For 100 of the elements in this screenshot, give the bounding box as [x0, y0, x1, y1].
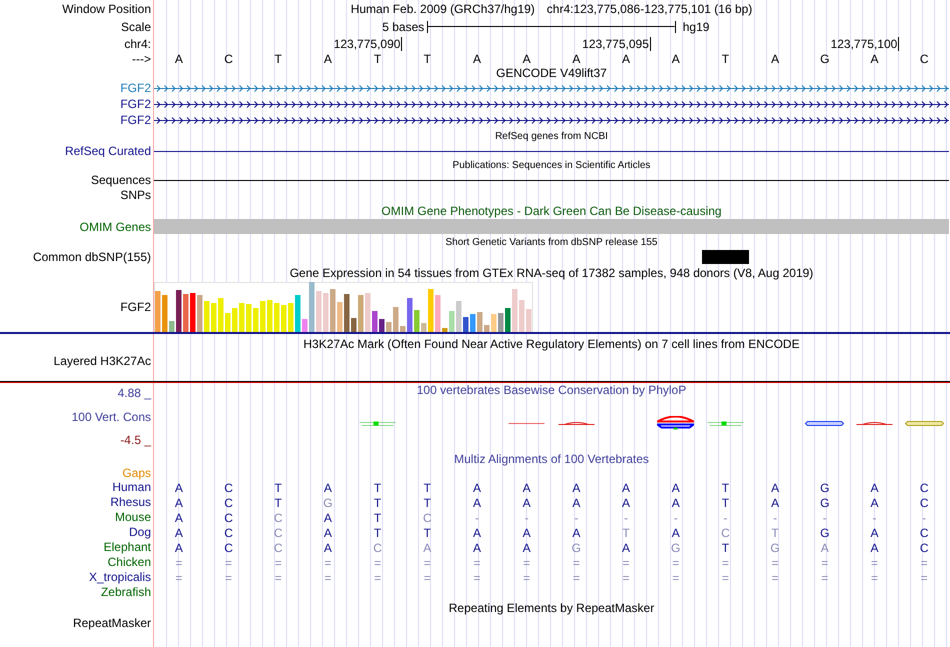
track-label[interactable]: FGF2: [120, 300, 151, 314]
aligned-base: C: [918, 526, 930, 540]
aligned-base: =: [820, 556, 830, 570]
conservation-glyph-icon: [706, 420, 744, 426]
track-label[interactable]: SNPs: [120, 188, 151, 202]
base-letter: A: [174, 52, 184, 66]
track-label[interactable]: FGF2: [120, 97, 151, 111]
aligned-base: A: [322, 510, 333, 524]
aligned-base: =: [422, 570, 432, 584]
track-title: Repeating Elements by RepeatMasker: [448, 600, 656, 614]
track-title: H3K27Ac Mark (Often Found Near Active Regulatory Elements) on 7 cell lines from ENCODE: [302, 337, 801, 351]
aligned-base: C: [272, 510, 284, 524]
track-label[interactable]: X_tropicalis: [88, 570, 151, 585]
aligned-base: =: [323, 556, 332, 570]
transcript-drawing[interactable]: [154, 100, 949, 108]
aligned-base: C: [272, 526, 284, 540]
track-label[interactable]: Human: [112, 480, 151, 495]
aligned-base: =: [622, 570, 631, 584]
track-label[interactable]: FGF2: [120, 113, 151, 127]
assembly-label: hg19: [682, 20, 710, 34]
aligned-base: A: [621, 496, 632, 510]
aligned-base: G: [819, 480, 830, 494]
track-title: Gene Expression in 54 tissues from GTEx RNA-seq of 17382 samples, 948 donors (V8, Aug 2019): [288, 266, 814, 280]
aligned-base: T: [720, 496, 730, 510]
aligned-base: =: [720, 570, 730, 584]
conservation-glyph-icon: [805, 420, 844, 426]
track-label[interactable]: Dog: [128, 525, 151, 540]
aligned-base: =: [622, 556, 631, 570]
aligned-base: A: [522, 496, 532, 510]
aligned-base: A: [571, 526, 582, 540]
base-letter: A: [472, 52, 482, 66]
aligned-base: T: [372, 526, 382, 540]
track-label[interactable]: Mouse: [114, 510, 151, 525]
track-title: Short Genetic Variants from dbSNP release 155: [444, 236, 658, 248]
aligned-base: A: [869, 496, 880, 510]
aligned-base: A: [522, 480, 532, 494]
aligned-base: =: [770, 570, 780, 584]
track-label[interactable]: Sequences: [90, 173, 151, 187]
track-label[interactable]: 100 Vert. Cons: [72, 410, 151, 424]
aligned-base: A: [621, 540, 632, 554]
track-title: GENCODE V49lift37: [495, 66, 608, 80]
aligned-base: C: [422, 510, 433, 524]
variant-block[interactable]: [702, 250, 750, 264]
conservation-glyph-icon: [657, 416, 694, 430]
track-label: Scale: [120, 20, 151, 34]
track-title: Multiz Alignments of 100 Vertebrates: [453, 452, 650, 466]
position-text: chr4:123,775,086-123,775,101 (16 bp): [546, 2, 752, 16]
aligned-base: A: [174, 510, 184, 524]
aligned-base: =: [174, 570, 184, 584]
track-label[interactable]: Layered H3K27Ac: [54, 354, 151, 368]
track-label[interactable]: Elephant: [104, 540, 151, 555]
aligned-base: C: [372, 540, 383, 554]
aligned-base: C: [223, 480, 234, 494]
coordinate-tick: 123,775,095: [452, 36, 651, 50]
track-label[interactable]: Zebrafish: [100, 585, 151, 600]
aligned-base: -: [474, 510, 480, 524]
axis-min-label: -4.5 _: [120, 433, 151, 447]
track-label[interactable]: FGF2: [120, 81, 151, 95]
track-label[interactable]: RefSeq Curated: [64, 144, 151, 158]
track-label[interactable]: Common dbSNP(155): [32, 250, 151, 264]
track-label[interactable]: --->: [132, 52, 151, 66]
base-letter: A: [571, 52, 582, 66]
aligned-base: A: [472, 496, 482, 510]
track-label[interactable]: Rhesus: [110, 495, 151, 510]
track-label[interactable]: Chicken: [108, 555, 151, 570]
aligned-base: A: [670, 480, 681, 494]
aligned-base: =: [323, 570, 332, 584]
base-letter: A: [621, 52, 632, 66]
aligned-base: A: [869, 540, 880, 554]
aligned-base: =: [671, 570, 680, 584]
base-letter: G: [819, 52, 830, 66]
aligned-base: T: [422, 526, 432, 540]
base-letter: A: [770, 52, 780, 66]
aligned-base: A: [869, 526, 880, 540]
track-label[interactable]: RepeatMasker: [72, 616, 151, 630]
scale-length: 5 bases: [381, 20, 426, 34]
track-title: Publications: Sequences in Scientific Articles: [452, 160, 652, 170]
expression-bars-drawing[interactable]: [154, 282, 534, 332]
track-title: 100 vertebrates Basewise Conservation by PhyloP: [416, 383, 688, 397]
aligned-base: G: [819, 526, 830, 540]
aligned-base: C: [223, 496, 234, 510]
conservation-glyph-icon: [359, 420, 396, 426]
aligned-base: C: [272, 540, 284, 554]
aligned-base: =: [373, 570, 382, 584]
base-letter: T: [422, 52, 432, 66]
aligned-base: A: [869, 480, 880, 494]
aligned-base: -: [871, 510, 878, 524]
aligned-base: =: [373, 556, 382, 570]
transcript-drawing[interactable]: [154, 116, 949, 124]
track-label[interactable]: OMIM Genes: [80, 220, 151, 234]
aligned-base: =: [274, 556, 283, 570]
aligned-base: =: [770, 556, 780, 570]
aligned-base: A: [621, 480, 632, 494]
aligned-base: =: [572, 556, 581, 570]
conservation-glyph-icon: [856, 422, 893, 424]
track-title: OMIM Gene Phenotypes - Dark Green Can Be Disease-causing: [380, 204, 723, 218]
aligned-base: C: [223, 510, 234, 524]
aligned-base: G: [819, 496, 830, 510]
aligned-base: A: [770, 496, 780, 510]
aligned-base: =: [572, 570, 581, 584]
